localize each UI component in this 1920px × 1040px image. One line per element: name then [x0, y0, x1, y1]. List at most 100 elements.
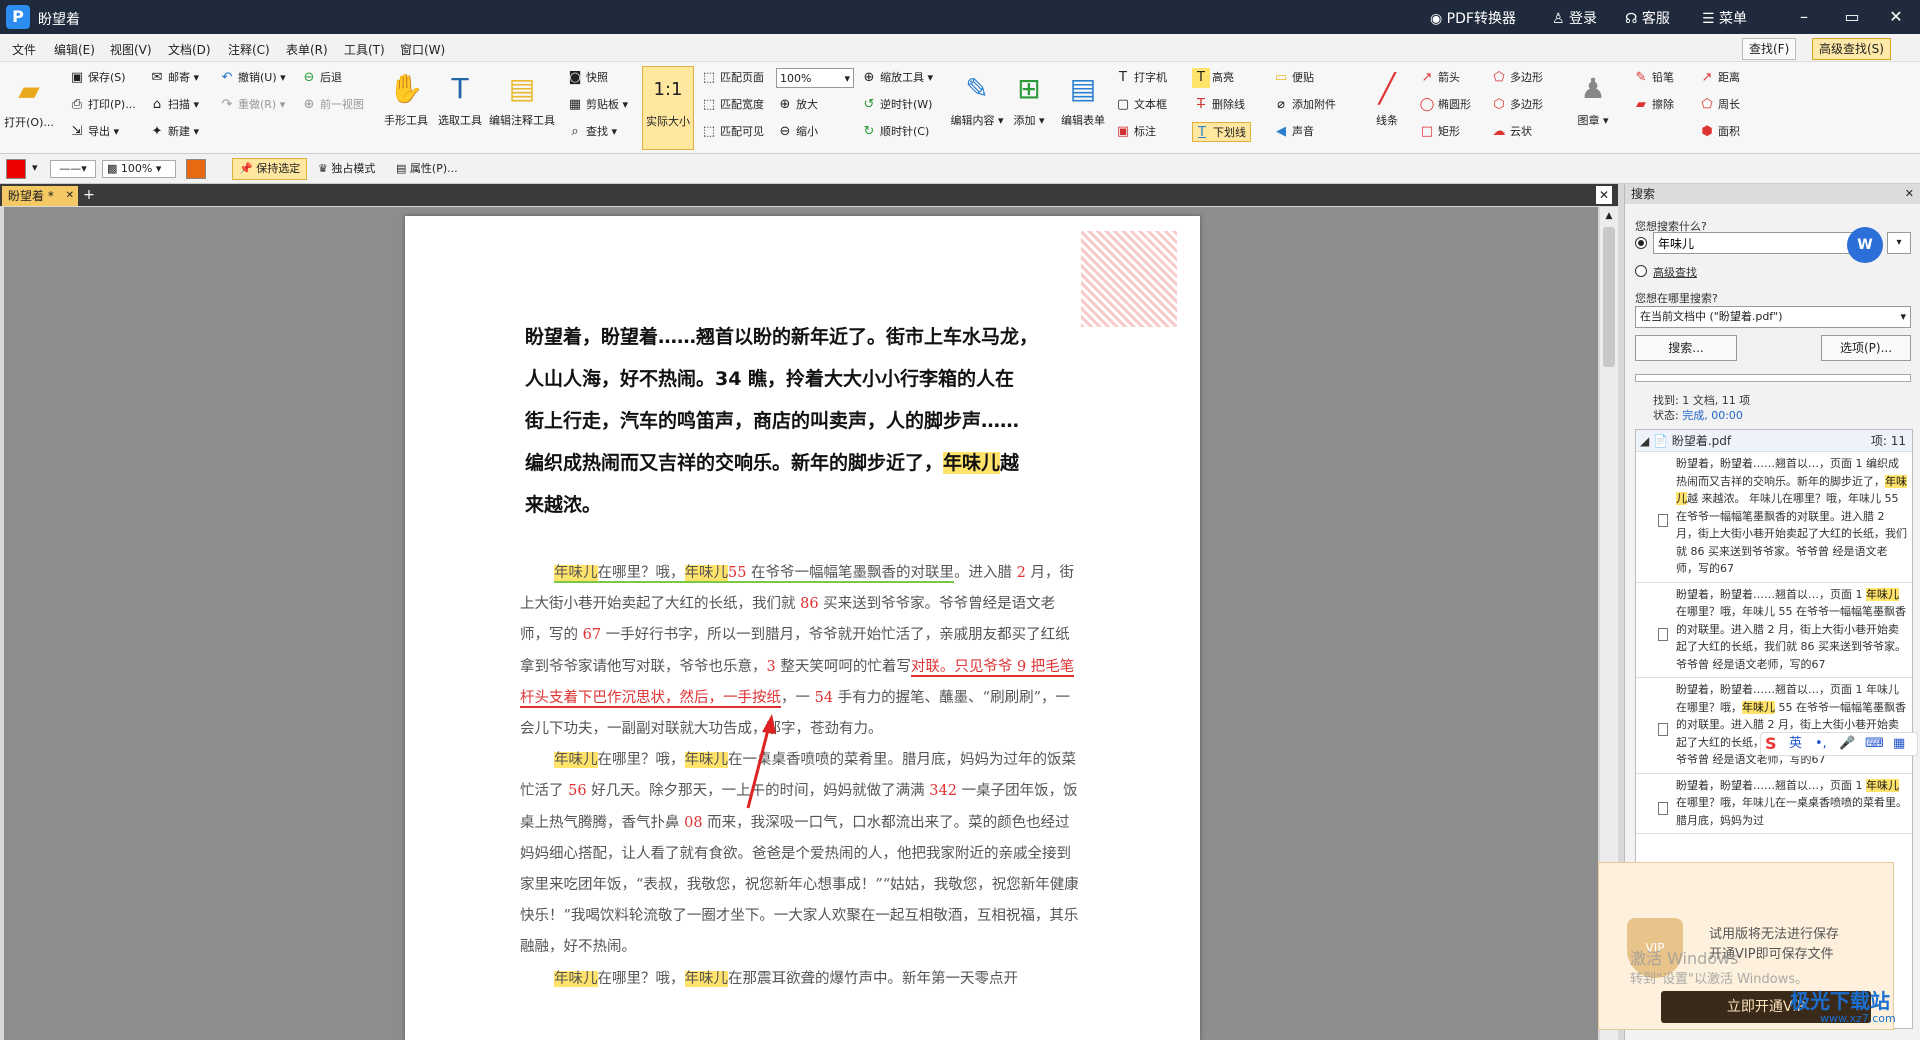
exclusive-mode-toggle[interactable]: ♛ 独占模式 [318, 160, 375, 178]
color-dropdown[interactable]: ▾ [32, 161, 38, 174]
menu-view[interactable]: 视图(V) [110, 41, 152, 58]
panel-close-icon[interactable]: ✕ [1905, 184, 1914, 204]
new-button[interactable]: ✦ 新建 ▾ [148, 122, 199, 142]
pdf-converter-button[interactable]: ◉ PDF转换器 [1430, 8, 1516, 28]
menu-tools[interactable]: 工具(T) [344, 41, 385, 58]
line-style-select[interactable]: ——▾ [50, 160, 96, 178]
red-arrow-annotation[interactable] [740, 712, 780, 812]
menu-file[interactable]: 文件 [12, 41, 36, 58]
properties-button[interactable]: ▤ 属性(P)... [396, 160, 458, 178]
search-input[interactable] [1653, 232, 1853, 254]
search-result-item[interactable]: 盼望着，盼望着……翘首以…，页面 1 年味儿在哪里？哦，年味儿 55 在爷爷一幅… [1636, 583, 1912, 678]
scan-button[interactable]: ⌂ 扫描 ▾ [148, 95, 199, 115]
pencil-button[interactable]: ✎ 铅笔 [1632, 68, 1674, 88]
callout-button[interactable]: ▣ 标注 [1114, 122, 1156, 142]
prev-view-button[interactable]: ⊕ 前一视图 [300, 95, 364, 115]
back-button[interactable]: ⊖ 后退 [300, 68, 342, 88]
actual-size-button[interactable]: 1:1 实际大小 [642, 66, 694, 150]
advanced-radio[interactable] [1635, 265, 1647, 277]
polyline-button[interactable]: ⬡ 多边形 [1490, 95, 1543, 115]
export-button[interactable]: ⇲ 导出 ▾ [68, 122, 119, 142]
tab-document[interactable]: 盼望着 * ✕ [2, 186, 78, 206]
search-result-item[interactable]: 盼望着，盼望着……翘首以…，页面 1 编织成热闹而又吉祥的交响乐。新年的脚步近了… [1636, 452, 1912, 583]
search-radio[interactable] [1635, 237, 1647, 249]
scroll-thumb[interactable] [1603, 227, 1615, 367]
strikeout-button[interactable]: T 删除线 [1192, 95, 1245, 115]
maximize-button[interactable]: ▭ [1830, 4, 1874, 30]
hand-tool-button[interactable]: ✋ 手形工具 [378, 66, 434, 128]
color-swatch[interactable] [6, 159, 26, 179]
zoom-in-button[interactable]: ⊕ 放大 [776, 95, 818, 115]
zoom-out-button[interactable]: ⊖ 缩小 [776, 122, 818, 142]
result-file-row[interactable]: ◢ 📄 盼望着.pdf 项: 11 [1636, 430, 1912, 452]
find-button[interactable]: 查找(F) [1742, 38, 1797, 60]
typewriter-button[interactable]: T 打字机 [1114, 68, 1167, 88]
arrow-button[interactable]: ↗ 箭头 [1418, 68, 1460, 88]
attach-button[interactable]: ⌀ 添加附件 [1272, 95, 1336, 115]
minimize-button[interactable]: – [1782, 4, 1826, 30]
fit-width-button[interactable]: ⬚ 匹配宽度 [700, 95, 764, 115]
zoom-tool-button[interactable]: ⊕ 缩放工具 ▾ [860, 68, 933, 88]
menu-document[interactable]: 文档(D) [168, 41, 211, 58]
underline-button[interactable]: T 下划线 [1192, 122, 1251, 142]
service-button[interactable]: ☊ 客服 [1625, 8, 1670, 28]
polygon-button[interactable]: ⬠ 多边形 [1490, 68, 1543, 88]
line-button[interactable]: ╱ 线条 [1366, 66, 1408, 128]
tab-close-icon[interactable]: ✕ [66, 186, 74, 206]
clipboard-button[interactable]: ▦ 剪贴板 ▾ [566, 95, 628, 115]
save-button[interactable]: ▣ 保存(S) [68, 68, 126, 88]
cloud-button[interactable]: ☁ 云状 [1490, 122, 1533, 142]
menu-edit[interactable]: 编辑(E) [54, 41, 95, 58]
print-button[interactable]: ⎙ 打印(P)... [68, 95, 136, 115]
keep-select-toggle[interactable]: 📌 保持选定 [232, 158, 308, 180]
search-assistant-icon[interactable]: W [1847, 227, 1883, 263]
undo-button[interactable]: ↶ 撤销(U) ▾ [218, 68, 286, 88]
sound-button[interactable]: ◀ 声音 [1272, 122, 1314, 142]
login-button[interactable]: ♙ 登录 [1552, 8, 1597, 28]
close-document-icon[interactable]: ✕ [1596, 186, 1612, 204]
distance-button[interactable]: ↗ 距离 [1698, 68, 1740, 88]
redo-button[interactable]: ↷ 重做(R) ▾ [218, 95, 286, 115]
fit-visible-button[interactable]: ⬚ 匹配可见 [700, 122, 764, 142]
opacity-select[interactable]: ▩ 100% ▾ [102, 160, 176, 178]
ellipse-button[interactable]: ◯ 椭圆形 [1418, 95, 1471, 115]
close-button[interactable]: ✕ [1874, 4, 1918, 30]
menu-comment[interactable]: 注释(C) [228, 41, 270, 58]
search-result-item[interactable]: 盼望着，盼望着……翘首以…，页面 1 年味儿在哪里？哦，年味儿在一桌桌香喷喷的菜… [1636, 774, 1912, 834]
ime-language-toggle[interactable]: 英 [1789, 733, 1802, 755]
advanced-find-button[interactable]: 高级查找(S) [1812, 38, 1891, 60]
edit-form-button[interactable]: ▤ 编辑表单 [1056, 66, 1110, 128]
ime-toolbar[interactable]: S 英 •, 🎤 ⌨ ▦ [1760, 732, 1918, 756]
keyboard-icon[interactable]: ⌨ [1865, 733, 1884, 755]
snapshot-button[interactable]: ◙ 快照 [566, 68, 608, 88]
textbox-button[interactable]: ▢ 文本框 [1114, 95, 1167, 115]
scroll-up-icon[interactable]: ▲ [1602, 211, 1616, 225]
search-button[interactable]: 搜索... [1635, 335, 1737, 361]
search-tool-button[interactable]: ⌕ 查找 ▾ [566, 122, 617, 142]
menu-form[interactable]: 表单(R) [286, 41, 328, 58]
rotate-cw-button[interactable]: ↻ 顺时针(C) [860, 122, 930, 142]
add-button[interactable]: ⊞ 添加 ▾ [1004, 66, 1054, 128]
rotate-ccw-button[interactable]: ↺ 逆时针(W) [860, 95, 933, 115]
fit-page-button[interactable]: ⬚ 匹配页面 [700, 68, 764, 88]
punctuation-icon[interactable]: •, [1815, 733, 1827, 755]
select-tool-button[interactable]: T 选取工具 [432, 66, 488, 128]
microphone-icon[interactable]: 🎤 [1839, 733, 1855, 755]
eraser-button[interactable]: ▰ 擦除 [1632, 95, 1674, 115]
new-tab-icon[interactable]: + [82, 186, 96, 204]
edit-annot-button[interactable]: ▤ 编辑注释工具 [484, 66, 560, 128]
search-result-item[interactable]: 盼望着，盼望着……翘首以…，页面 1 年味儿在哪里？哦，年味儿 55 在爷爷一幅… [1636, 678, 1912, 774]
mail-button[interactable]: ✉ 邮寄 ▾ [148, 68, 199, 88]
fill-color-swatch[interactable] [186, 159, 206, 179]
rect-button[interactable]: □ 矩形 [1418, 122, 1460, 142]
search-scope-select[interactable]: 在当前文档中 ("盼望着.pdf") ▾ [1635, 306, 1911, 328]
stamp-button[interactable]: ♟ 图章 ▾ [1566, 66, 1620, 128]
grid-icon[interactable]: ▦ [1893, 733, 1905, 755]
menu-button[interactable]: ☰ 菜单 [1702, 8, 1747, 28]
note-button[interactable]: ▭ 便贴 [1272, 68, 1314, 88]
area-button[interactable]: ⬢ 面积 [1698, 122, 1740, 142]
highlight-button[interactable]: T 高亮 [1192, 68, 1234, 88]
sogou-ime-icon[interactable]: S [1765, 733, 1777, 755]
advanced-search-link[interactable]: 高级查找 [1653, 264, 1697, 280]
menu-window[interactable]: 窗口(W) [400, 41, 445, 58]
